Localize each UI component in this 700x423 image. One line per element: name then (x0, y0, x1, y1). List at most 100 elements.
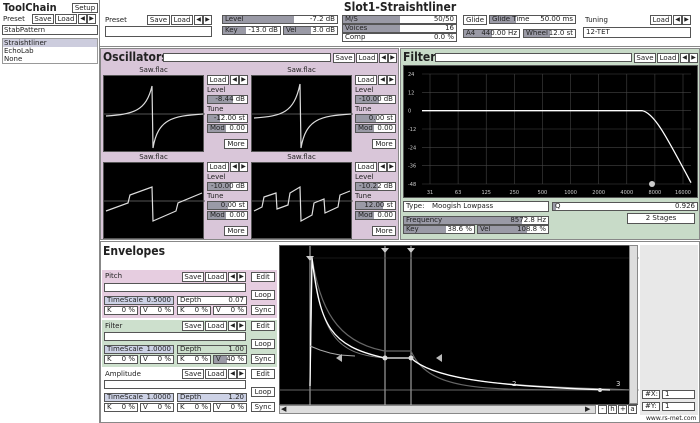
k-slider[interactable]: K 0 % (177, 306, 211, 315)
filter-response-plot[interactable]: 24 12 0 -12 -24 -36 -48 31 63 125 250 500 1000 2000 40… (403, 65, 698, 198)
filter-type-field[interactable]: Type: Moogish Lowpass (403, 201, 549, 212)
frequency-slider[interactable]: Frequency 8572.8 Hz (403, 216, 549, 225)
grid-y-field[interactable]: #Y: (642, 402, 660, 411)
waveform-display[interactable] (103, 75, 205, 152)
list-item[interactable]: Straishtliner (3, 39, 97, 47)
scroll-right-icon[interactable]: ▶ (585, 405, 590, 414)
osc-prev-icon[interactable]: ◀ (379, 53, 388, 63)
level-slider[interactable]: Level -7.2 dB (222, 15, 338, 24)
grid-x-value-field[interactable]: 1 (662, 390, 695, 399)
list-item[interactable]: None (3, 55, 97, 63)
env-marker-icon[interactable] (407, 248, 415, 253)
left-next-icon[interactable]: ▶ (87, 14, 96, 24)
osc-preset-field[interactable] (163, 53, 331, 62)
setup-button[interactable]: Setup (72, 3, 98, 13)
k-slider[interactable]: K 0 % (104, 306, 138, 315)
slot-list[interactable]: Straishtliner EchoLab None (2, 38, 98, 64)
osc-file-next-icon[interactable]: ▶ (239, 75, 248, 85)
slot-prev-icon[interactable]: ◀ (194, 15, 203, 25)
env-next-icon[interactable]: ▶ (237, 272, 246, 282)
env-edit-button[interactable]: Edit (251, 272, 275, 282)
a4-slider[interactable]: A4 440.00 Hz (463, 29, 520, 38)
k-slider[interactable]: K 0 % (177, 403, 211, 412)
osc-level-slider[interactable]: -10.00 dB (207, 182, 248, 191)
depth-slider[interactable]: Depth 1.00 (177, 345, 247, 354)
osc-mod-slider[interactable]: Mod 0.00 (207, 211, 248, 220)
env-load-button[interactable]: Load (205, 369, 227, 379)
key-slider[interactable]: Key -13.0 dB (222, 26, 281, 35)
env-loop-button[interactable]: Loop (251, 387, 275, 397)
vel-slider[interactable]: Vel 3.0 dB (283, 26, 338, 35)
filter-prev-icon[interactable]: ◀ (680, 53, 689, 63)
left-save-button[interactable]: Save (32, 14, 54, 24)
osc-mod-slider[interactable]: Mod 0.00 (355, 124, 396, 133)
slot-next-icon[interactable]: ▶ (203, 15, 212, 25)
env-save-button[interactable]: Save (182, 321, 204, 331)
slot-load-button[interactable]: Load (171, 15, 193, 25)
osc-file-prev-icon[interactable]: ◀ (378, 75, 387, 85)
env-sync-button[interactable]: Sync (251, 305, 275, 315)
osc-file-next-icon[interactable]: ▶ (387, 162, 396, 172)
ms-slider[interactable]: M/S 50/50 (342, 15, 457, 24)
osc-mod-slider[interactable]: Mod 0.00 (207, 124, 248, 133)
scroll-left-icon[interactable]: ◀ (281, 405, 286, 414)
osc-file-load-button[interactable]: Load (355, 75, 377, 85)
zoom-minus-button[interactable]: - (598, 405, 607, 414)
env-edit-button[interactable]: Edit (251, 369, 275, 379)
osc-file-prev-icon[interactable]: ◀ (230, 162, 239, 172)
env-load-button[interactable]: Load (205, 321, 227, 331)
osc-tune-slider[interactable]: -12.00 st (207, 114, 248, 123)
timescale-slider[interactable]: TimeScale 0.5000 (104, 296, 174, 305)
osc-file-prev-icon[interactable]: ◀ (378, 162, 387, 172)
left-prev-icon[interactable]: ◀ (78, 14, 87, 24)
waveform-display[interactable] (251, 162, 353, 239)
env-loop-button[interactable]: Loop (251, 290, 275, 300)
osc-more-button[interactable]: More (372, 226, 396, 236)
v-slider[interactable]: V 40 % (213, 355, 247, 364)
osc-level-slider[interactable]: -10.22 dB (355, 182, 396, 191)
filter-load-button[interactable]: Load (657, 53, 679, 63)
env-prev-icon[interactable]: ◀ (228, 272, 237, 282)
osc-more-button[interactable]: More (372, 139, 396, 149)
env-load-button[interactable]: Load (205, 272, 227, 282)
osc-tune-slider[interactable]: 0.00 st (355, 114, 396, 123)
timescale-slider[interactable]: TimeScale 1.0000 (104, 345, 174, 354)
comp-slider[interactable]: Comp 0.0 % (342, 33, 457, 42)
env-edit-button[interactable]: Edit (251, 321, 275, 331)
stab-field[interactable]: StabPattern (2, 25, 98, 35)
zoom-h-button[interactable]: h (608, 405, 617, 414)
env-prev-icon[interactable]: ◀ (228, 369, 237, 379)
cutoff-handle-icon[interactable] (649, 181, 655, 187)
v-slider[interactable]: V 0 % (140, 306, 174, 315)
osc-load-button[interactable]: Load (356, 53, 378, 63)
env-preset-field[interactable] (104, 332, 246, 341)
timescale-slider[interactable]: TimeScale 1.0000 (104, 393, 174, 402)
filter-save-button[interactable]: Save (634, 53, 656, 63)
envelope-editor[interactable]: 2 3 (279, 245, 639, 406)
osc-mod-slider[interactable]: Mod 0.00 (355, 211, 396, 220)
filter-key-slider[interactable]: Key 38.6 % (403, 225, 475, 234)
q-slider[interactable]: Q 0.926 (552, 202, 698, 211)
voices-slider[interactable]: Voices 16 (342, 24, 457, 33)
osc-file-load-button[interactable]: Load (207, 162, 229, 172)
osc-level-slider[interactable]: -10.00 dB (355, 95, 396, 104)
env-preset-field[interactable] (104, 380, 246, 389)
depth-slider[interactable]: Depth 1.20 (177, 393, 247, 402)
env-save-button[interactable]: Save (182, 272, 204, 282)
env-marker-icon[interactable] (381, 248, 389, 253)
env-node-icon[interactable] (408, 355, 414, 361)
osc-file-next-icon[interactable]: ▶ (387, 75, 396, 85)
osc-file-load-button[interactable]: Load (207, 75, 229, 85)
osc-file-next-icon[interactable]: ▶ (239, 162, 248, 172)
list-item[interactable]: EchoLab (3, 47, 97, 55)
zoom-plus-button[interactable]: + (618, 405, 627, 414)
env-prev-icon[interactable]: ◀ (228, 321, 237, 331)
k-slider[interactable]: K 0 % (104, 355, 138, 364)
slot-preset-field[interactable] (105, 26, 212, 37)
waveform-display[interactable] (103, 162, 205, 239)
env-next-icon[interactable]: ▶ (237, 369, 246, 379)
osc-next-icon[interactable]: ▶ (388, 53, 397, 63)
v-slider[interactable]: V 0 % (140, 355, 174, 364)
osc-file-prev-icon[interactable]: ◀ (230, 75, 239, 85)
v-slider[interactable]: V 0 % (140, 403, 174, 412)
